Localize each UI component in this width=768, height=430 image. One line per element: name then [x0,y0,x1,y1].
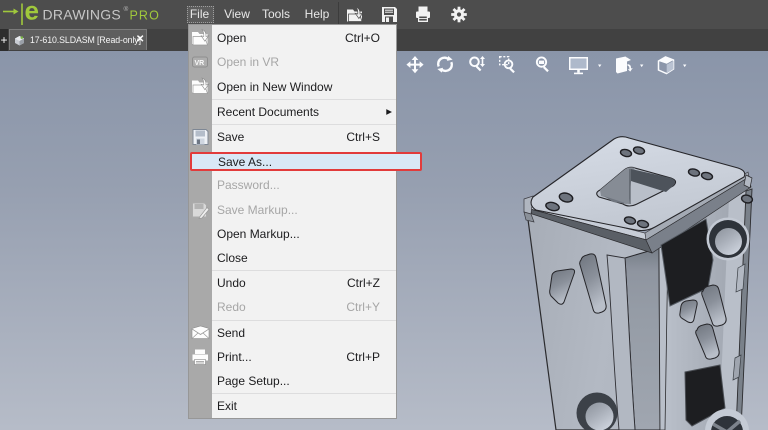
svg-text:PRO: PRO [130,8,160,22]
svg-text:e: e [25,0,39,26]
svg-text:VR: VR [195,60,205,67]
svg-text:DRAWINGS: DRAWINGS [43,7,121,23]
svg-text:®: ® [124,5,129,13]
